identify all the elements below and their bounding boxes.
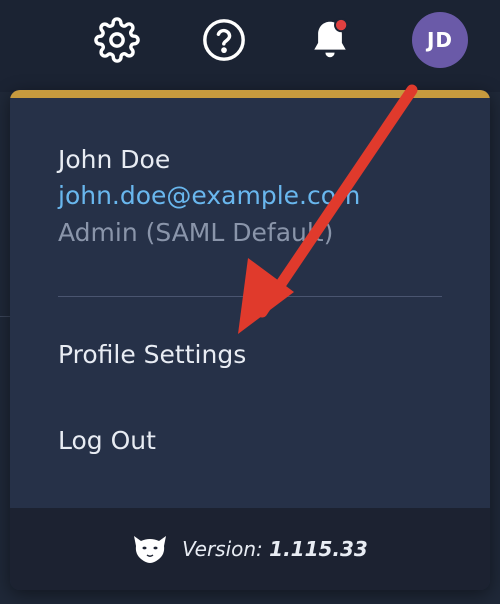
- gear-icon: [94, 17, 140, 63]
- profile-settings-menu-item[interactable]: Profile Settings: [58, 340, 246, 369]
- user-name: John Doe: [58, 145, 171, 174]
- user-email-link[interactable]: john.doe@example.com: [58, 178, 360, 214]
- top-navigation-bar: JD: [0, 0, 500, 92]
- dropdown-footer: Version: 1.115.33: [10, 508, 490, 590]
- version-text: Version: 1.115.33: [182, 537, 368, 561]
- settings-button[interactable]: [93, 16, 141, 64]
- menu-divider: [58, 296, 442, 297]
- version-label: Version:: [182, 537, 263, 561]
- notifications-button[interactable]: [306, 16, 354, 64]
- user-avatar[interactable]: JD: [412, 12, 468, 68]
- user-info: John Doe john.doe@example.com Admin (SAM…: [58, 142, 360, 252]
- bell-icon: [314, 17, 349, 58]
- dropdown-accent-bar: [10, 90, 490, 98]
- user-menu-dropdown: John Doe john.doe@example.com Admin (SAM…: [10, 90, 490, 590]
- help-icon: [203, 19, 245, 61]
- version-number: 1.115.33: [269, 537, 368, 561]
- notification-dot: [334, 17, 349, 33]
- puma-head-icon: [134, 536, 167, 563]
- user-role: Admin (SAML Default): [58, 218, 334, 247]
- help-button[interactable]: [200, 16, 248, 64]
- log-out-menu-item[interactable]: Log Out: [58, 426, 156, 455]
